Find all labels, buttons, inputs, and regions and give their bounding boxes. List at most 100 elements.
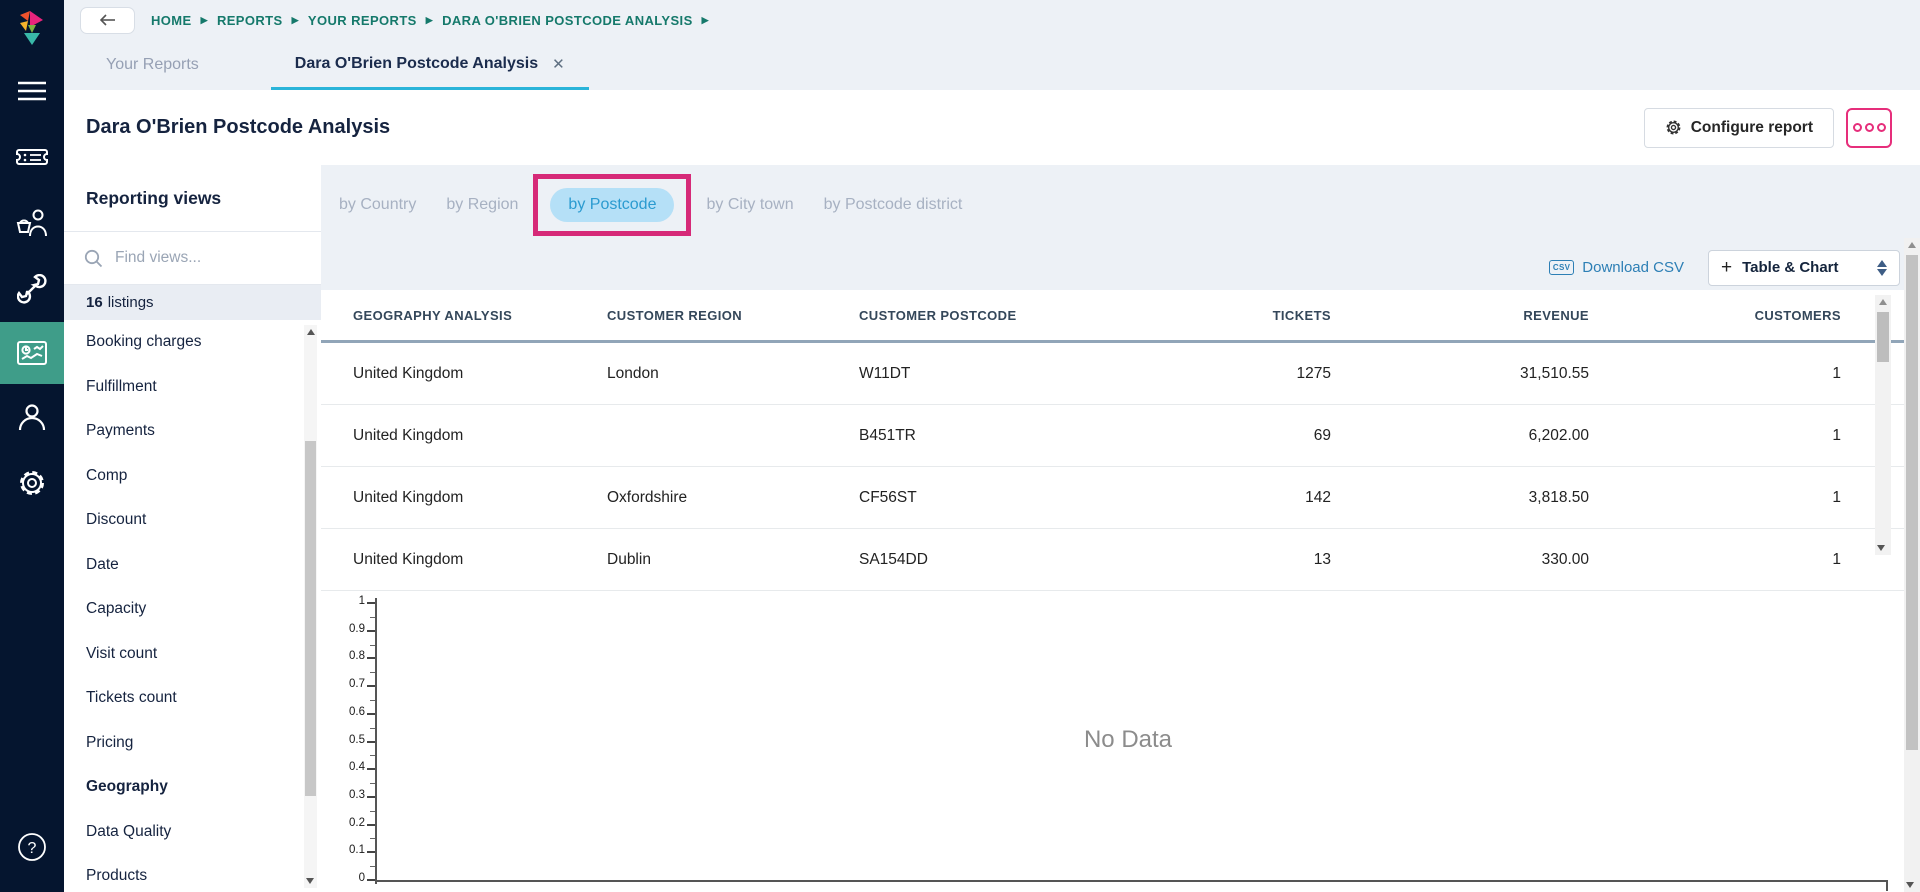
view-item-discount[interactable]: Discount <box>64 498 303 543</box>
geo-tab-by-region[interactable]: by Region <box>446 196 518 214</box>
help-button[interactable]: ? <box>0 814 64 880</box>
scroll-up-icon[interactable] <box>1879 299 1887 305</box>
nav-customers[interactable] <box>0 384 64 450</box>
nav-tools[interactable] <box>0 256 64 322</box>
breadcrumb-separator-icon: ▶ <box>701 14 709 25</box>
nav-tickets[interactable] <box>0 124 64 190</box>
view-item-capacity[interactable]: Capacity <box>64 587 303 632</box>
scroll-down-icon[interactable] <box>306 878 314 884</box>
table-cell: 1 <box>1832 364 1841 382</box>
view-item-data-quality[interactable]: Data Quality <box>64 810 303 855</box>
column-header-customer-postcode[interactable]: CUSTOMER POSTCODE <box>859 308 1101 323</box>
y-axis-tick <box>367 602 375 604</box>
nav-box-office[interactable] <box>0 190 64 256</box>
scrollbar-thumb[interactable] <box>1877 312 1889 362</box>
view-item-visit-count[interactable]: Visit count <box>64 632 303 677</box>
table-row[interactable]: United Kingdom Oxfordshire CF56ST 142 3,818.… <box>321 467 1904 529</box>
breadcrumb-link-dara-o-brien-postcode-analysis[interactable]: DARA O'BRIEN POSTCODE ANALYSIS <box>442 13 693 28</box>
geo-tab-by-postcode-district[interactable]: by Postcode district <box>824 196 963 214</box>
annotation-highlight-box: by Postcode <box>533 174 692 236</box>
tab-label: Your Reports <box>106 56 199 73</box>
y-axis-tick <box>367 740 375 743</box>
view-item-pricing[interactable]: Pricing <box>64 721 303 766</box>
table-scrollbar[interactable] <box>1875 295 1891 555</box>
table-row[interactable]: United Kingdom London W11DT 1275 31,510.55 1 <box>321 343 1904 405</box>
breadcrumb-link-home[interactable]: HOME <box>151 13 192 28</box>
table-row[interactable]: United Kingdom Dublin SA154DD 13 330.00 1 <box>321 529 1904 591</box>
table-cell: 1 <box>1832 488 1841 506</box>
more-dots-icon <box>1864 123 1874 132</box>
y-axis-tick <box>367 823 375 826</box>
tab-dara-obrien-postcode-analysis[interactable]: Dara O'Brien Postcode Analysis ✕ <box>270 40 589 90</box>
y-axis-line <box>375 598 377 884</box>
view-mode-select[interactable]: + Table & Chart <box>1708 249 1900 286</box>
y-axis-tick-label: 0.5 <box>349 733 365 746</box>
close-tab-icon[interactable]: ✕ <box>552 55 565 73</box>
chart-area: 1 0.9 0.8 0.7 0.6 0.5 0.4 0.3 0.2 0.1 0 No Data <box>321 593 1904 892</box>
nav-reports[interactable] <box>0 322 64 384</box>
breadcrumb-separator-icon: ▶ <box>425 14 434 25</box>
column-header-customer-region[interactable]: CUSTOMER REGION <box>607 308 859 323</box>
listings-count-number: 16 <box>86 294 103 311</box>
question-mark-icon: ? <box>18 833 46 861</box>
nav-settings[interactable] <box>0 450 64 516</box>
listings-count-label: listings <box>107 294 154 311</box>
no-data-label: No Data <box>1083 726 1173 753</box>
y-axis-minor-tick <box>370 866 375 868</box>
logo-icon <box>20 11 43 45</box>
menu-button[interactable] <box>0 58 64 124</box>
scroll-down-icon[interactable] <box>1906 882 1914 888</box>
back-button[interactable] <box>80 6 135 34</box>
reporting-views-list: Booking charges Fulfillment Payments Comp Di… <box>64 320 303 892</box>
column-header-geography-analysis[interactable]: GEOGRAPHY ANALYSIS <box>353 308 607 323</box>
breadcrumb-separator-icon: ▶ <box>291 14 299 25</box>
y-axis-tick-label: 0.6 <box>349 705 365 718</box>
download-csv-button[interactable]: CSV Download CSV <box>1548 259 1684 276</box>
scroll-down-icon[interactable] <box>1877 545 1885 551</box>
geo-tab-by-city-town[interactable]: by City town <box>706 196 793 214</box>
breadcrumb-bar: HOME ▶ REPORTS ▶ YOUR REPORTS ▶ DARA O'BRIEN P… <box>64 0 1920 40</box>
table-cell: 3,818.50 <box>1528 488 1589 506</box>
geo-tab-by-country[interactable]: by Country <box>339 196 416 214</box>
more-options-button[interactable] <box>1846 107 1892 148</box>
y-axis-minor-tick <box>370 616 375 618</box>
y-axis-tick-label: 0.2 <box>349 816 365 829</box>
app-logo[interactable] <box>0 0 64 58</box>
view-item-booking-charges[interactable]: Booking charges <box>64 320 303 365</box>
view-item-tickets-count[interactable]: Tickets count <box>64 676 303 721</box>
y-axis-tick <box>367 795 375 798</box>
scroll-up-icon[interactable] <box>306 329 315 335</box>
breadcrumb-link-your-reports[interactable]: YOUR REPORTS <box>308 13 417 28</box>
geo-tab-by-postcode[interactable]: by Postcode <box>550 188 675 222</box>
svg-text:?: ? <box>28 840 37 857</box>
tab-your-reports[interactable]: Your Reports <box>106 40 199 90</box>
column-header-revenue[interactable]: REVENUE <box>1331 308 1589 323</box>
page-scrollbar[interactable] <box>1904 238 1920 892</box>
scrollbar-thumb[interactable] <box>305 441 316 796</box>
view-item-products[interactable]: Products <box>64 854 303 892</box>
breadcrumb-link-reports[interactable]: REPORTS <box>217 13 283 28</box>
view-item-fulfillment[interactable]: Fulfillment <box>64 365 303 410</box>
view-item-payments[interactable]: Payments <box>64 409 303 454</box>
page-header: Dara O'Brien Postcode Analysis Configure… <box>64 90 1920 165</box>
view-item-date[interactable]: Date <box>64 543 303 588</box>
find-views-input[interactable] <box>115 249 285 267</box>
y-axis-minor-tick <box>370 755 375 757</box>
column-header-tickets[interactable]: TICKETS <box>1101 308 1331 323</box>
configure-report-button[interactable]: Configure report <box>1643 107 1834 148</box>
table-row[interactable]: United Kingdom B451TR 69 6,202.00 1 <box>321 405 1904 467</box>
column-header-customers[interactable]: CUSTOMERS <box>1589 308 1841 323</box>
table-cell: W11DT <box>859 364 911 382</box>
scroll-up-icon[interactable] <box>1908 242 1916 248</box>
find-views-search[interactable] <box>64 232 321 285</box>
y-axis-tick-label: 0.3 <box>349 788 365 801</box>
y-axis-tick-label: 1 <box>358 595 365 607</box>
view-item-geography[interactable]: Geography <box>64 765 303 810</box>
view-item-comp[interactable]: Comp <box>64 454 303 499</box>
search-icon <box>84 249 103 267</box>
scrollbar-thumb[interactable] <box>1906 255 1918 750</box>
y-axis-tick-label: 0.1 <box>349 844 365 857</box>
views-list-scrollbar[interactable] <box>304 325 317 888</box>
y-axis-minor-tick <box>370 727 375 729</box>
tab-label: Dara O'Brien Postcode Analysis <box>294 54 539 72</box>
